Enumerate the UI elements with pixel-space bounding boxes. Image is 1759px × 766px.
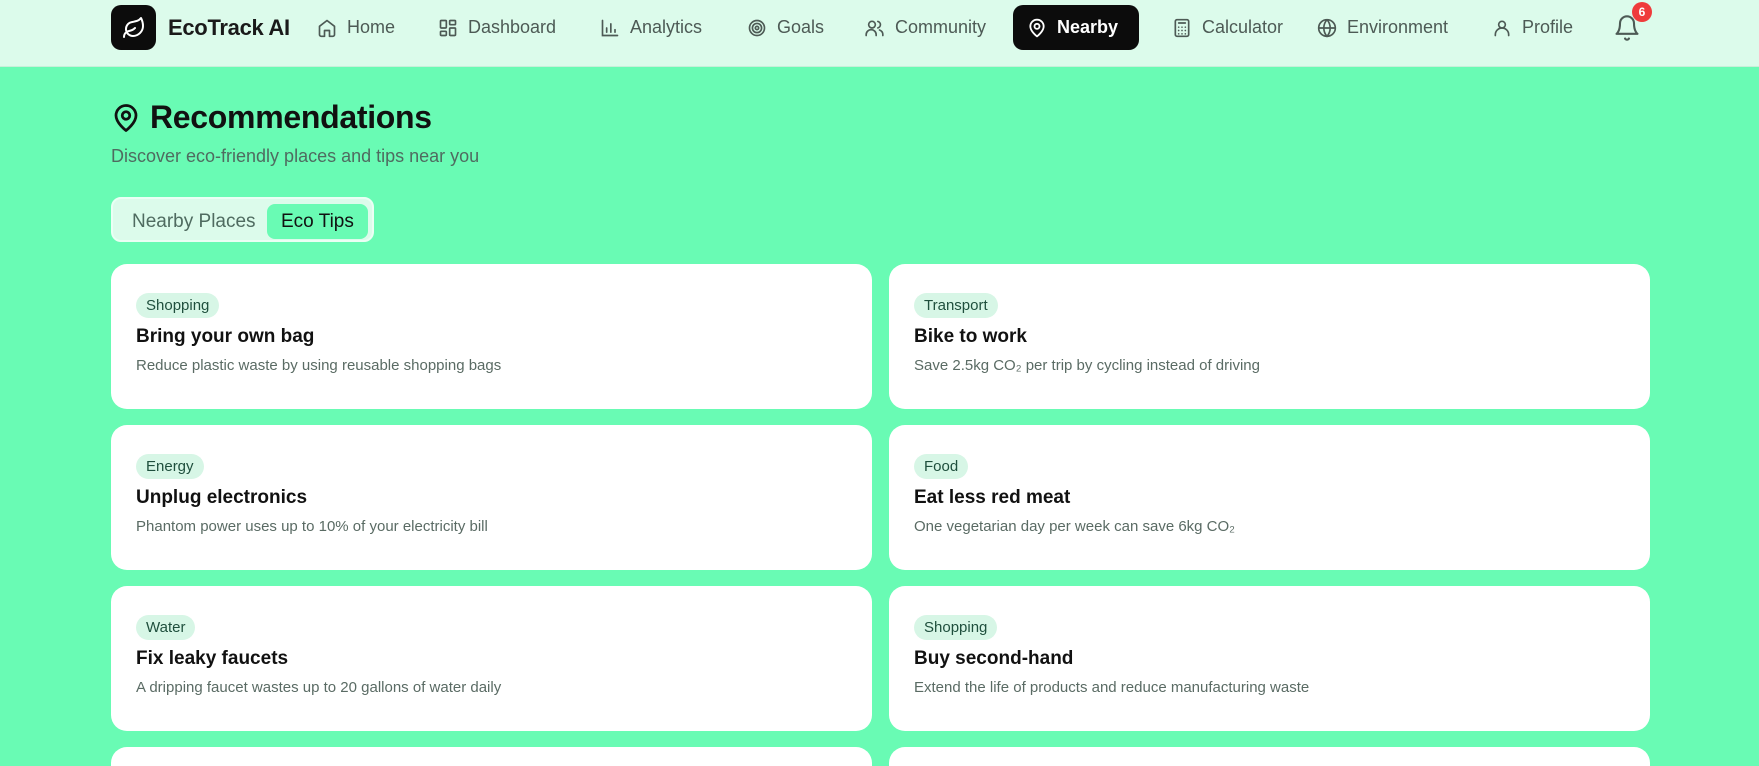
tip-card[interactable]: Water Fix leaky faucets A dripping fauce… bbox=[111, 586, 872, 731]
page-title: Recommendations bbox=[150, 99, 432, 135]
map-pin-icon bbox=[1029, 18, 1045, 37]
calculator-icon bbox=[1174, 18, 1190, 37]
tip-title: Bring your own bag bbox=[136, 326, 315, 347]
tip-title: Eat less red meat bbox=[914, 487, 1071, 508]
tip-title: Buy second-hand bbox=[914, 648, 1074, 669]
tip-description: A dripping faucet wastes up to 20 gallon… bbox=[136, 679, 502, 696]
nav-dashboard-label: Dashboard bbox=[468, 17, 557, 37]
category-badge: Shopping bbox=[136, 293, 220, 318]
tip-card[interactable]: Food Eat less red meat One vegetarian da… bbox=[889, 425, 1650, 570]
tip-description: Reduce plastic waste by using reusable s… bbox=[136, 357, 502, 374]
category-badge: Shopping bbox=[914, 615, 998, 640]
home-icon bbox=[318, 19, 336, 37]
tip-title: Unplug electronics bbox=[136, 487, 308, 508]
nav-goals[interactable]: Goals bbox=[733, 5, 838, 50]
user-icon bbox=[1494, 20, 1510, 36]
globe-icon bbox=[1317, 18, 1337, 38]
notification-count-badge: 6 bbox=[1632, 2, 1652, 22]
nav-nearby-label: Nearby bbox=[1057, 17, 1119, 37]
dashboard-icon bbox=[439, 19, 457, 36]
analytics-icon bbox=[601, 19, 619, 36]
target-icon bbox=[748, 19, 766, 36]
tip-title: Fix leaky faucets bbox=[136, 648, 289, 669]
leaf-logo-icon bbox=[111, 5, 156, 50]
nav-calculator-label: Calculator bbox=[1202, 17, 1284, 37]
nav-home[interactable]: Home bbox=[303, 5, 409, 50]
nav-analytics-label: Analytics bbox=[630, 17, 703, 37]
nav-community[interactable]: Community bbox=[850, 5, 1000, 50]
nav-community-label: Community bbox=[895, 17, 987, 37]
tip-card-partial[interactable] bbox=[111, 747, 872, 766]
nav-home-label: Home bbox=[347, 17, 396, 37]
tab-eco-tips[interactable]: Eco Tips bbox=[267, 204, 368, 239]
nav-dashboard[interactable]: Dashboard bbox=[424, 5, 570, 50]
nav-environment-label: Environment bbox=[1347, 17, 1449, 37]
brand[interactable]: EcoTrack AI bbox=[111, 5, 290, 50]
nav-analytics[interactable]: Analytics bbox=[586, 5, 716, 50]
category-badge: Transport bbox=[914, 293, 998, 318]
category-badge: Food bbox=[914, 454, 969, 479]
tip-description: Phantom power uses up to 10% of your ele… bbox=[136, 518, 488, 535]
tip-description: One vegetarian day per week can save 6kg… bbox=[914, 518, 1235, 535]
tip-description: Extend the life of products and reduce m… bbox=[914, 679, 1310, 696]
users-icon bbox=[865, 20, 884, 36]
tip-card[interactable]: Energy Unplug electronics Phantom power … bbox=[111, 425, 872, 570]
tab-nearby-places[interactable]: Nearby Places bbox=[118, 204, 270, 239]
map-pin-icon bbox=[111, 103, 141, 138]
recommendation-tabs: Nearby Places Eco Tips bbox=[111, 197, 374, 242]
category-badge: Water bbox=[136, 615, 196, 640]
nav-goals-label: Goals bbox=[777, 17, 825, 37]
tip-card-partial[interactable] bbox=[889, 747, 1650, 766]
nav-profile-label: Profile bbox=[1522, 17, 1574, 37]
nav-nearby[interactable]: Nearby bbox=[1013, 5, 1139, 50]
brand-name: EcoTrack AI bbox=[168, 14, 290, 40]
tip-title: Bike to work bbox=[914, 326, 1027, 347]
tip-description: Save 2.5kg CO₂ per trip by cycling inste… bbox=[914, 357, 1260, 374]
page-subtitle: Discover eco-friendly places and tips ne… bbox=[111, 146, 480, 166]
category-badge: Energy bbox=[136, 454, 204, 479]
tip-card[interactable]: Transport Bike to work Save 2.5kg CO₂ pe… bbox=[889, 264, 1650, 409]
nav-calculator[interactable]: Calculator bbox=[1158, 5, 1297, 50]
tip-card[interactable]: Shopping Buy second-hand Extend the life… bbox=[889, 586, 1650, 731]
nav-profile[interactable]: Profile bbox=[1478, 5, 1587, 50]
nav-environment[interactable]: Environment bbox=[1303, 5, 1462, 50]
top-navbar: EcoTrack AI Home Dashboard Analytics Goa… bbox=[0, 0, 1759, 67]
tip-card[interactable]: Shopping Bring your own bag Reduce plast… bbox=[111, 264, 872, 409]
